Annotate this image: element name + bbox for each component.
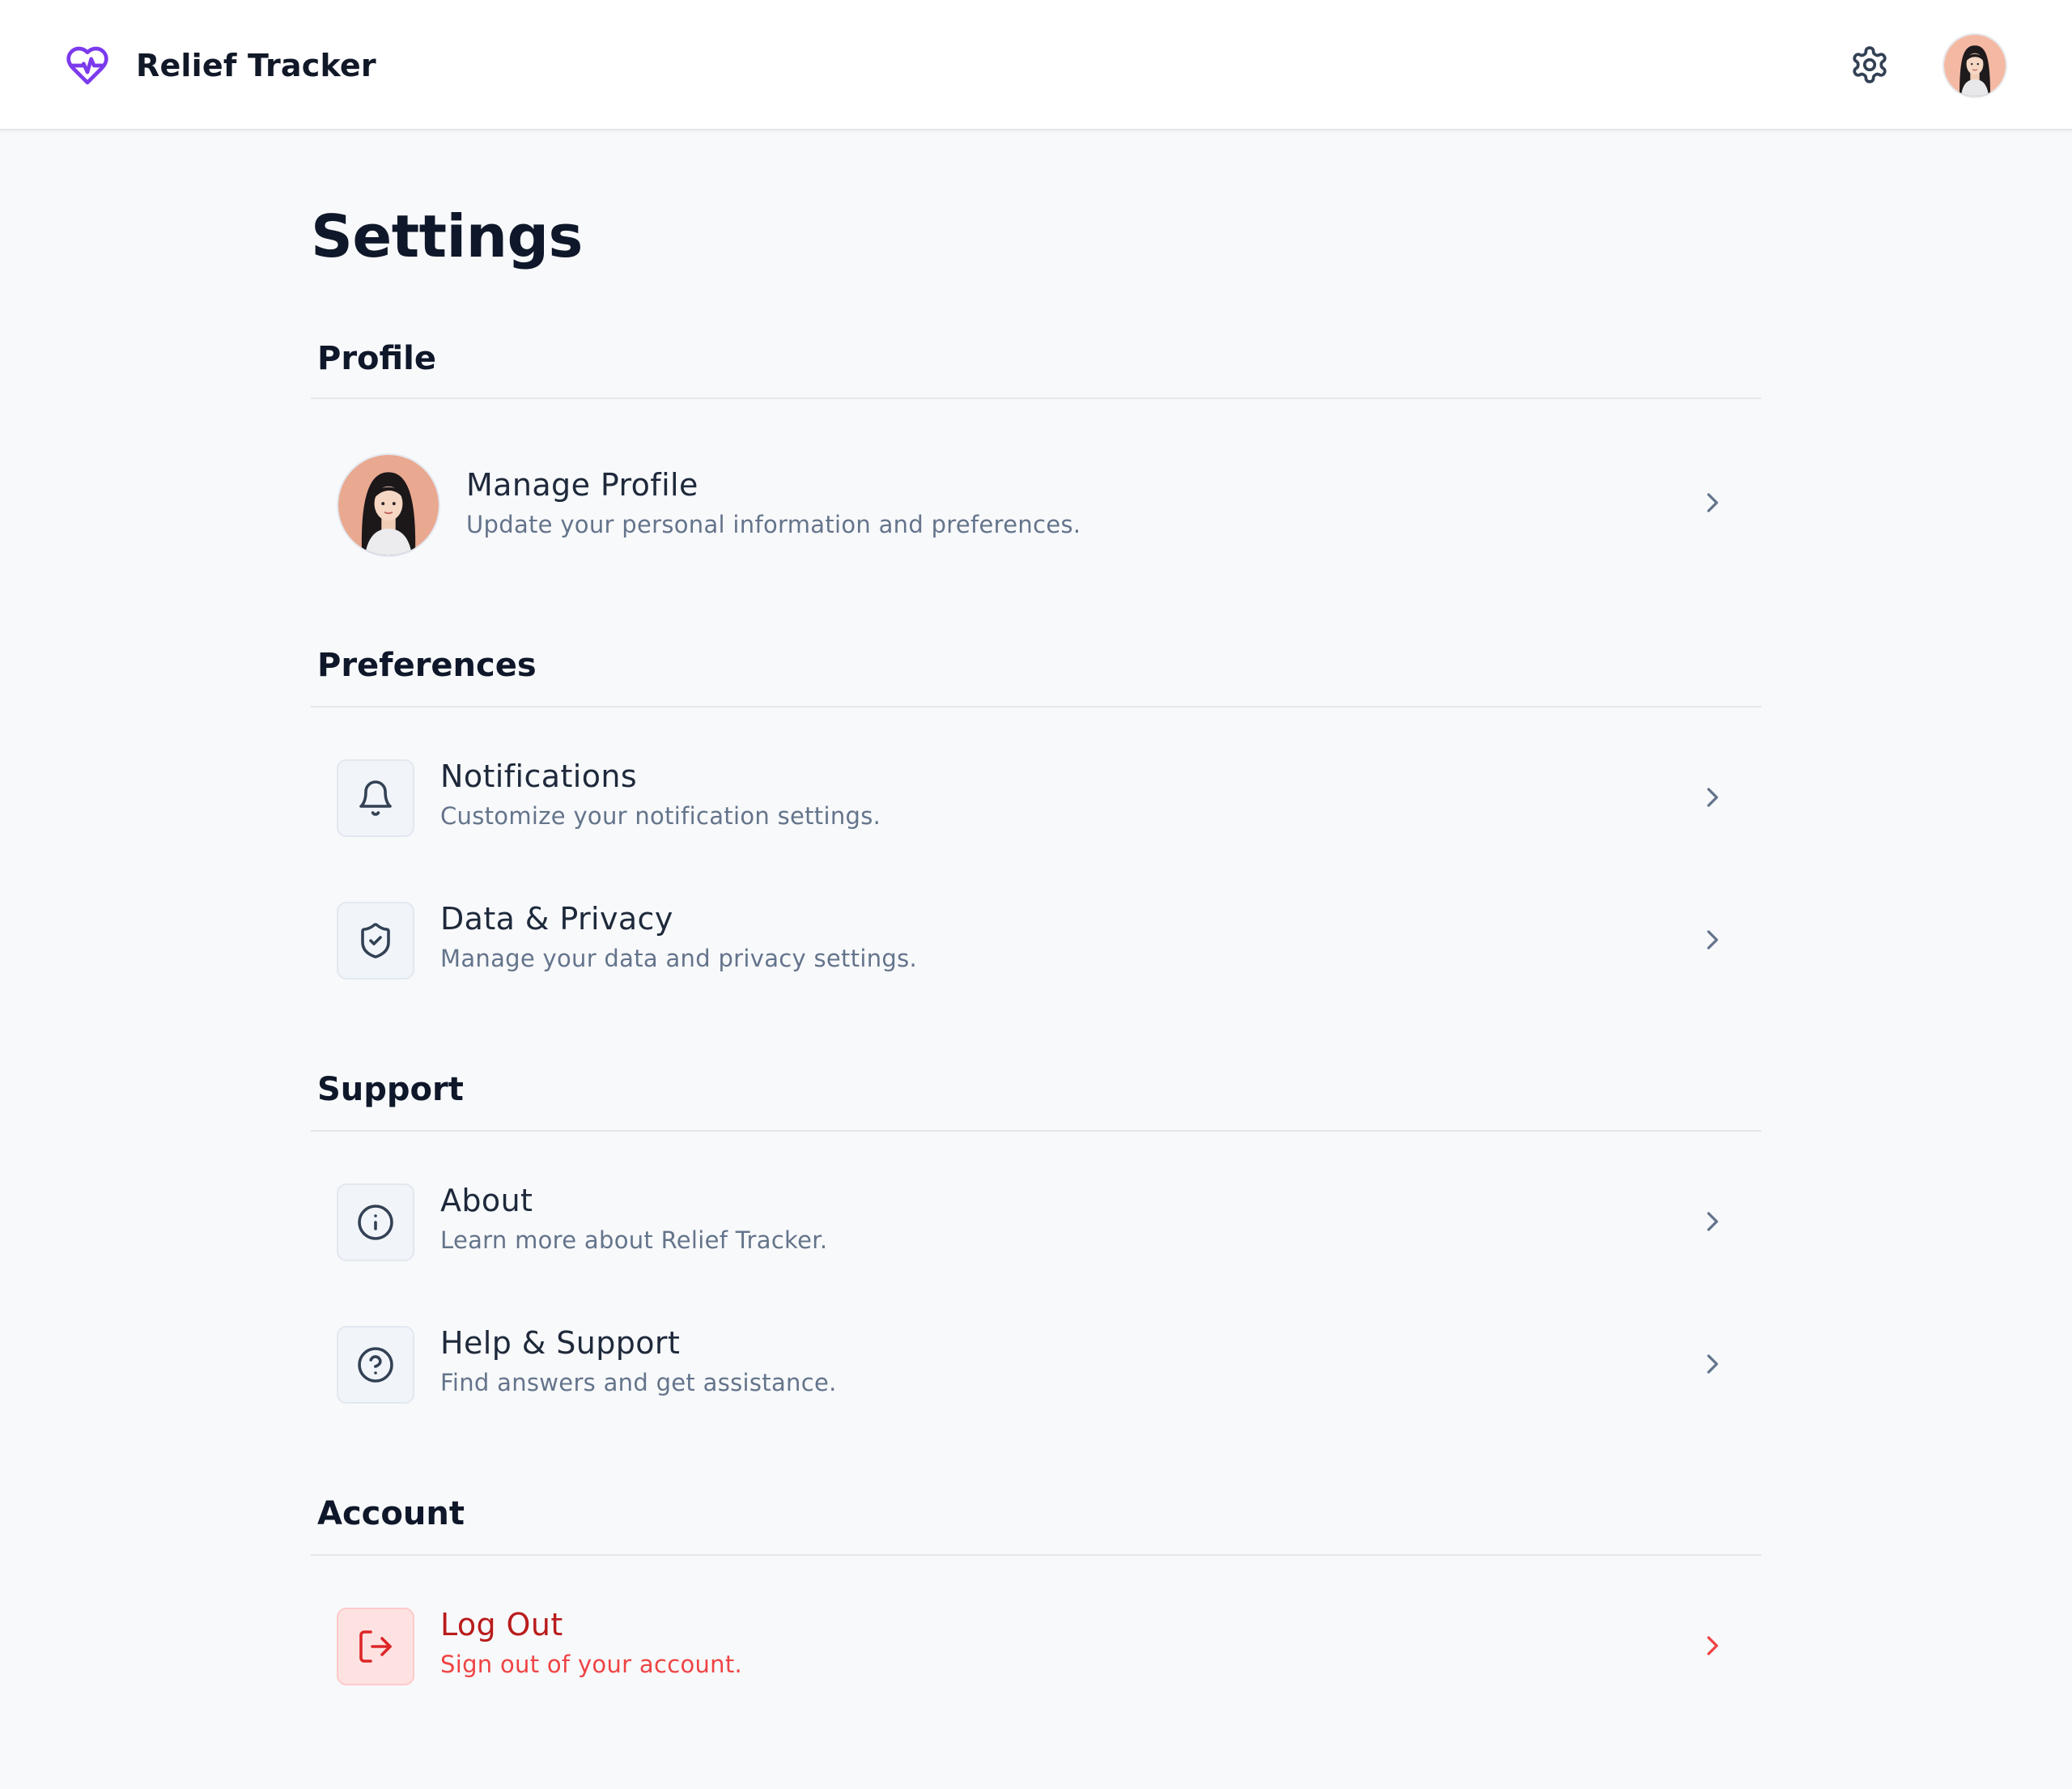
row-text: Data & Privacy Manage your data and priv… (440, 897, 917, 976)
chevron-right-icon (1707, 930, 1718, 950)
row-title: Data & Privacy (440, 901, 673, 937)
row-title: Notifications (440, 759, 638, 794)
top-header: Relief Tracker (0, 0, 2072, 130)
avatar-image (1944, 35, 2006, 96)
divider (311, 706, 1761, 708)
row-icon-box (337, 1326, 414, 1404)
data-privacy-row[interactable]: Data & Privacy Manage your data and priv… (311, 879, 1761, 1001)
divider (311, 397, 1761, 399)
page-title: Settings (311, 202, 583, 270)
chevron-right-icon (1707, 493, 1718, 512)
row-title: Log Out (440, 1607, 563, 1642)
avatar-image (338, 455, 439, 555)
divider (311, 1130, 1761, 1132)
heart-pulse-icon (66, 46, 108, 85)
row-text: Manage Profile Update your personal info… (466, 463, 1081, 542)
chevron-right-icon (1707, 1636, 1718, 1655)
user-avatar (337, 453, 440, 557)
row-icon-box (337, 902, 414, 979)
logout-icon (359, 1630, 392, 1663)
app-title: Relief Tracker (136, 48, 376, 83)
log-out-row[interactable]: Log Out Sign out of your account. (311, 1585, 1761, 1706)
row-subtitle: Manage your data and privacy settings. (440, 945, 918, 972)
notifications-row[interactable]: Notifications Customize your notificatio… (311, 737, 1761, 858)
bell-icon (359, 780, 392, 816)
row-text: Notifications Customize your notificatio… (440, 754, 881, 834)
row-subtitle: Update your personal information and pre… (466, 511, 1081, 538)
brand[interactable]: Relief Tracker (65, 42, 376, 89)
row-subtitle: Sign out of your account. (440, 1651, 743, 1678)
row-title: Help & Support (440, 1325, 681, 1361)
row-subtitle: Customize your notification settings. (440, 802, 881, 830)
section-heading-account: Account (317, 1495, 465, 1532)
row-icon-box (337, 1608, 414, 1685)
row-text: About Learn more about Relief Tracker. (440, 1179, 827, 1258)
row-subtitle: Find answers and get assistance. (440, 1369, 837, 1396)
user-avatar[interactable] (1942, 33, 2007, 98)
manage-profile-row[interactable]: Manage Profile Update your personal info… (311, 442, 1761, 563)
divider (311, 1554, 1761, 1556)
gear-icon[interactable] (1849, 45, 1890, 85)
row-icon-box (337, 759, 414, 837)
section-heading-preferences: Preferences (317, 647, 537, 684)
row-subtitle: Learn more about Relief Tracker. (440, 1226, 828, 1254)
shield-check-icon (361, 923, 390, 958)
chevron-right-icon (1707, 788, 1718, 807)
row-text: Help & Support Find answers and get assi… (440, 1321, 837, 1400)
chevron-right-icon (1707, 1354, 1718, 1374)
row-title: Manage Profile (466, 467, 698, 503)
info-icon (358, 1205, 393, 1240)
about-row[interactable]: About Learn more about Relief Tracker. (311, 1161, 1761, 1282)
help-circle-icon (358, 1347, 393, 1383)
row-text: Log Out Sign out of your account. (440, 1603, 742, 1682)
section-heading-support: Support (317, 1071, 464, 1108)
chevron-right-icon (1707, 1212, 1718, 1231)
row-title: About (440, 1183, 533, 1218)
section-heading-profile: Profile (317, 340, 437, 377)
row-icon-box (337, 1183, 414, 1261)
help-support-row[interactable]: Help & Support Find answers and get assi… (311, 1303, 1761, 1425)
